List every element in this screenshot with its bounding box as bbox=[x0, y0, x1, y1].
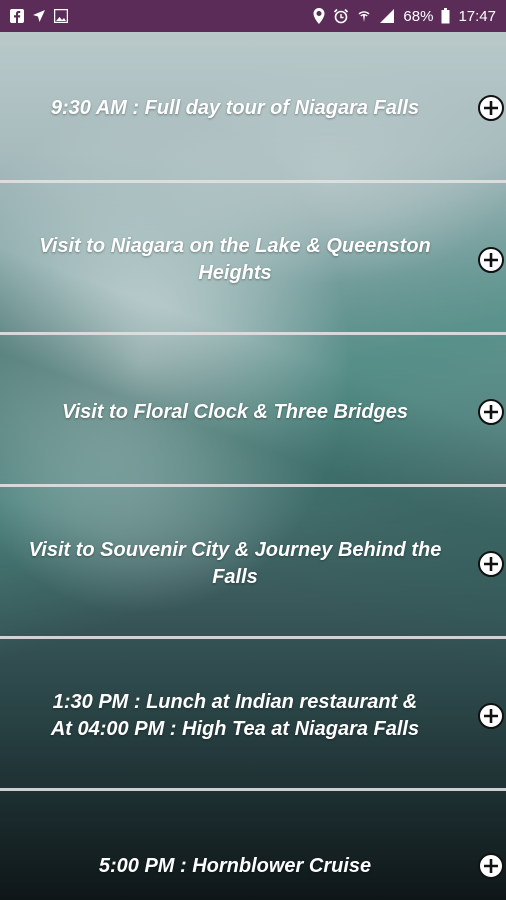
plus-circle-icon[interactable] bbox=[478, 703, 504, 729]
plus-circle-icon[interactable] bbox=[478, 853, 504, 879]
navigation-icon bbox=[32, 9, 46, 23]
wifi-icon bbox=[357, 8, 371, 24]
itinerary-item[interactable]: Visit to Niagara on the Lake & Queenston… bbox=[0, 184, 506, 336]
itinerary-item-label: 9:30 AM : Full day tour of Niagara Falls bbox=[50, 96, 420, 119]
divider bbox=[0, 484, 506, 487]
itinerary-item[interactable]: 5:00 PM : Hornblower Cruise bbox=[0, 792, 506, 900]
battery-icon bbox=[441, 8, 450, 24]
location-icon bbox=[313, 8, 325, 24]
alarm-icon bbox=[333, 8, 349, 24]
divider bbox=[0, 180, 506, 183]
itinerary-item[interactable]: 9:30 AM : Full day tour of Niagara Falls bbox=[0, 32, 506, 184]
itinerary-item[interactable]: 1:30 PM : Lunch at Indian restaurant & A… bbox=[0, 640, 506, 792]
battery-percent: 68% bbox=[403, 7, 434, 25]
signal-icon bbox=[379, 9, 395, 23]
divider bbox=[0, 636, 506, 639]
itinerary-item-label: Visit to Floral Clock & Three Bridges bbox=[62, 400, 408, 423]
divider bbox=[0, 788, 506, 791]
status-time: 17:47 bbox=[458, 7, 496, 25]
itinerary-list[interactable]: 9:30 AM : Full day tour of Niagara Falls… bbox=[0, 32, 506, 900]
plus-circle-icon[interactable] bbox=[478, 399, 504, 425]
itinerary-item[interactable]: Visit to Souvenir City & Journey Behind … bbox=[0, 488, 506, 640]
plus-circle-icon[interactable] bbox=[478, 551, 504, 577]
status-bar: 68% 17:47 bbox=[0, 0, 506, 32]
plus-circle-icon[interactable] bbox=[478, 95, 504, 121]
itinerary-item[interactable]: Visit to Floral Clock & Three Bridges bbox=[0, 336, 506, 488]
facebook-icon bbox=[10, 9, 24, 23]
itinerary-item-label: Visit to Souvenir City & Journey Behind … bbox=[28, 539, 442, 588]
status-left-icons bbox=[10, 9, 68, 23]
plus-circle-icon[interactable] bbox=[478, 247, 504, 273]
itinerary-item-label: 5:00 PM : Hornblower Cruise bbox=[98, 854, 372, 877]
image-icon bbox=[54, 9, 68, 23]
divider bbox=[0, 332, 506, 335]
itinerary-item-label: Visit to Niagara on the Lake & Queenston… bbox=[39, 235, 431, 284]
status-right-icons: 68% 17:47 bbox=[313, 8, 496, 25]
itinerary-item-label: 1:30 PM : Lunch at Indian restaurant & A… bbox=[50, 691, 420, 740]
